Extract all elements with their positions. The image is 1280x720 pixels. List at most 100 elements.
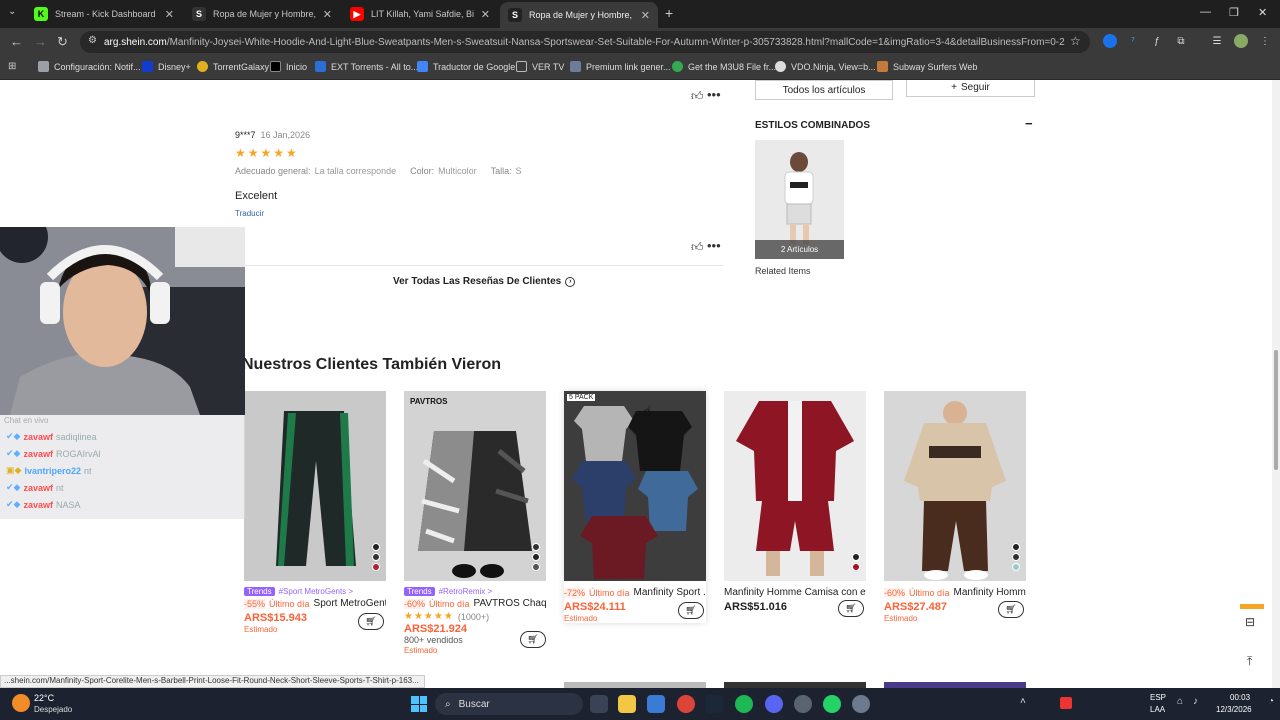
bookmark-3[interactable]: Inicio: [270, 61, 307, 72]
new-tab-button[interactable]: +: [665, 5, 673, 21]
bookmark-2[interactable]: TorrentGalaxy: [197, 61, 269, 72]
maximize-icon[interactable]: ❐: [1229, 6, 1239, 19]
chrome-icon[interactable]: [677, 695, 695, 713]
file-explorer-icon[interactable]: [618, 695, 636, 713]
whatsapp-icon[interactable]: [823, 695, 841, 713]
reading-list-icon[interactable]: ☰: [1210, 34, 1224, 48]
thumbs-up-icon[interactable]: 👍︎: [691, 240, 704, 255]
spotify-icon[interactable]: [735, 695, 753, 713]
profile-avatar[interactable]: [1234, 34, 1248, 48]
close-icon[interactable]: ✕: [323, 8, 332, 21]
product-title[interactable]: Manfinity Sport ...: [634, 587, 706, 598]
product-title[interactable]: Manfinity Homme Camisa con es...: [724, 587, 866, 598]
coupon-tab[interactable]: [1240, 604, 1264, 609]
tab-3[interactable]: ▶ LIT Killah, Yami Safdie, Big One ✕: [342, 0, 498, 28]
chat-header: Chat en vivo: [4, 416, 49, 425]
tab-4[interactable]: S Ropa de Mujer y Hombre, Comp ✕: [500, 2, 658, 28]
function-icon[interactable]: ƒ: [1150, 34, 1164, 48]
bookmark-star-icon[interactable]: ☆: [1070, 34, 1081, 48]
product-title[interactable]: Sport MetroGent...: [314, 598, 386, 609]
all-items-button[interactable]: Todos los artículos: [755, 80, 893, 100]
volume-icon[interactable]: ♪: [1193, 696, 1198, 707]
bookmark-7[interactable]: Premium link gener...: [570, 61, 671, 72]
bookmark-6[interactable]: VER TV: [516, 61, 564, 72]
close-icon[interactable]: ✕: [641, 9, 650, 22]
bookmark-5[interactable]: Traductor de Google: [417, 61, 515, 72]
product-card[interactable]: Trends #Sport MetroGents > -55% Último día…: [244, 391, 386, 634]
chat-text: nt: [55, 482, 64, 493]
minimize-icon[interactable]: —: [1200, 6, 1211, 18]
tray-chevron-icon[interactable]: ˄: [1020, 696, 1026, 707]
forward-icon[interactable]: →: [34, 34, 47, 49]
product-image[interactable]: 5 PACK: [564, 391, 706, 581]
rating-count: (1000+): [457, 611, 490, 622]
follow-button[interactable]: + Seguir: [906, 80, 1035, 97]
obs-icon[interactable]: [852, 695, 870, 713]
bookmark-9[interactable]: VDO.Ninja, View=b...: [775, 61, 876, 72]
keyboard-layout[interactable]: LAA: [1150, 705, 1165, 714]
style-combo-image[interactable]: 2 Artículos: [755, 140, 844, 259]
product-card[interactable]: 5 PACK -72% Último día Manfinity Sport ...…: [564, 391, 706, 623]
product-title[interactable]: Manfinity Homm...: [954, 587, 1026, 598]
thumbs-up-icon[interactable]: 👍︎: [691, 89, 704, 104]
close-icon[interactable]: ✕: [165, 8, 174, 21]
language-code[interactable]: ESP: [1150, 693, 1166, 702]
badge-icon: ▣◆: [6, 465, 22, 475]
menu-icon[interactable]: ⋮: [1258, 34, 1272, 48]
product-image[interactable]: [724, 391, 866, 581]
app-icon[interactable]: [794, 695, 812, 713]
bookmark-0[interactable]: Configuración: Notif...: [38, 61, 141, 72]
product-card[interactable]: Manfinity Homme Camisa con es... ARS$51.…: [724, 391, 866, 617]
tray-app-icon[interactable]: [1060, 697, 1072, 709]
site-info-icon[interactable]: ⚙: [88, 35, 97, 46]
tab-2[interactable]: S Ropa de Mujer y Hombre, Comp ✕: [184, 0, 340, 28]
back-to-top-icon[interactable]: ⤒: [1247, 654, 1252, 669]
windows-start-icon[interactable]: [411, 696, 427, 712]
product-card[interactable]: -60%Último díaManfinity Homm... ARS$27.4…: [884, 391, 1026, 623]
bookmark-4[interactable]: EXT Torrents - All to...: [315, 61, 418, 72]
collapse-icon[interactable]: −: [1025, 116, 1033, 131]
translate-link[interactable]: Traducir: [235, 209, 264, 218]
taskbar-search[interactable]: ⌕ Buscar: [435, 693, 583, 715]
bookmark-1[interactable]: Disney+: [142, 61, 191, 72]
address-bar[interactable]: ⚙ arg.shein.com/Manfinity-Joysei-White-H…: [80, 31, 1090, 53]
tab-1[interactable]: K Stream - Kick Dashboard ✕: [26, 0, 182, 28]
feedback-icon[interactable]: ⊟: [1245, 615, 1255, 629]
more-options-icon[interactable]: •••: [707, 238, 721, 253]
close-icon[interactable]: ✕: [481, 8, 490, 21]
apps-grid-icon[interactable]: ⊞: [8, 61, 16, 72]
product-image[interactable]: [244, 391, 386, 581]
extension-icon[interactable]: [1103, 34, 1117, 48]
back-icon[interactable]: ←: [10, 34, 23, 49]
network-icon[interactable]: ⌂: [1177, 696, 1183, 707]
notification-icon[interactable]: ◔: [1268, 696, 1274, 707]
add-to-cart-icon[interactable]: 🛒︎: [520, 631, 546, 648]
brand-overlay: PAVTROS: [410, 397, 448, 406]
bookmark-10[interactable]: Subway Surfers Web: [877, 61, 977, 72]
tab-search-icon[interactable]: ⌄: [8, 6, 16, 17]
chat-user: zavawf: [23, 482, 53, 493]
see-all-reviews-label: Ver Todas Las Reseñas De Clientes: [393, 276, 562, 287]
bookmark-8[interactable]: Get the M3U8 File fr...: [672, 61, 776, 72]
discord-icon[interactable]: [765, 695, 783, 713]
add-to-cart-icon[interactable]: 🛒︎: [678, 602, 704, 619]
weather-icon[interactable]: [12, 694, 30, 712]
reload-icon[interactable]: ↻: [57, 34, 68, 50]
more-options-icon[interactable]: •••: [707, 87, 721, 102]
product-card[interactable]: PAVTROS Trends #RetroRemix > -60% Último d…: [404, 391, 546, 655]
product-image[interactable]: PAVTROS: [404, 391, 546, 581]
product-title[interactable]: PAVTROS Chaqu...: [474, 598, 546, 609]
add-to-cart-icon[interactable]: 🛒︎: [838, 600, 864, 617]
scrollbar-thumb[interactable]: [1274, 350, 1278, 470]
product-image[interactable]: [884, 391, 1026, 581]
see-all-reviews-link[interactable]: Ver Todas Las Reseñas De Clientes ›: [393, 276, 576, 287]
task-view-icon[interactable]: [590, 695, 608, 713]
extensions-puzzle-icon[interactable]: ⧉: [1174, 34, 1188, 48]
page-scrollbar[interactable]: [1272, 80, 1280, 688]
store-icon[interactable]: [647, 695, 665, 713]
translate-extension-icon[interactable]: ⁷: [1126, 34, 1140, 48]
steam-icon[interactable]: [705, 695, 723, 713]
add-to-cart-icon[interactable]: 🛒︎: [358, 613, 384, 630]
close-window-icon[interactable]: ✕: [1258, 6, 1267, 19]
add-to-cart-icon[interactable]: 🛒︎: [998, 601, 1024, 618]
